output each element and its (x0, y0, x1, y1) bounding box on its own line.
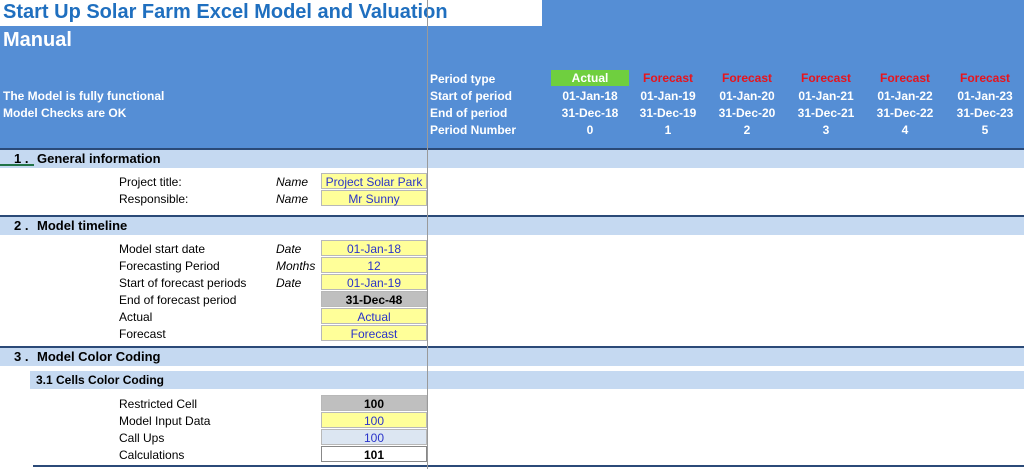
unit-label: Date (276, 276, 302, 290)
model-subtitle: Manual (3, 29, 72, 51)
project-title-label: Project title: (119, 175, 182, 189)
unit-label: Name (276, 192, 309, 206)
unit-label: Months (276, 259, 316, 273)
section-general-title: General information (37, 151, 161, 166)
period-number-cell[interactable]: 3 (787, 123, 865, 137)
forecast-label: Forecast (119, 327, 166, 341)
section-bottom-border (33, 465, 1024, 467)
forecasting-period-input[interactable]: 12 (321, 257, 427, 273)
period-type-cell[interactable]: Forecast (946, 70, 1024, 86)
restricted-cell-sample[interactable]: 100 (321, 395, 427, 411)
period-type-cell[interactable]: Actual (551, 70, 629, 86)
start-forecast-input[interactable]: 01-Jan-19 (321, 274, 427, 290)
call-ups-label: Call Ups (119, 431, 165, 445)
start-of-period-label: Start of period (430, 89, 513, 103)
period-start-cell[interactable]: 01-Jan-22 (866, 89, 944, 103)
actual-input[interactable]: Actual (321, 308, 427, 324)
start-forecast-label: Start of forecast periods (119, 276, 247, 290)
status-functional: The Model is fully functional (3, 89, 165, 103)
period-end-cell[interactable]: 31-Dec-23 (946, 106, 1024, 120)
period-start-cell[interactable]: 01-Jan-19 (629, 89, 707, 103)
responsible-label: Responsible: (119, 192, 189, 206)
period-number-cell[interactable]: 1 (629, 123, 707, 137)
period-number-label: Period Number (430, 123, 517, 137)
period-type-cell[interactable]: Forecast (708, 70, 786, 86)
period-start-cell[interactable]: 01-Jan-21 (787, 89, 865, 103)
end-forecast-cell[interactable]: 31-Dec-48 (321, 291, 427, 307)
period-end-cell[interactable]: 31-Dec-22 (866, 106, 944, 120)
period-start-cell[interactable]: 01-Jan-18 (551, 89, 629, 103)
period-start-cell[interactable]: 01-Jan-20 (708, 89, 786, 103)
section-timeline-title: Model timeline (37, 218, 128, 233)
period-number-cell[interactable]: 4 (866, 123, 944, 137)
period-end-cell[interactable]: 31-Dec-19 (629, 106, 707, 120)
restricted-cell-label: Restricted Cell (119, 397, 198, 411)
section-colorcoding-title: Model Color Coding (37, 349, 161, 364)
calculations-label: Calculations (119, 448, 185, 462)
period-type-cell[interactable]: Forecast (866, 70, 944, 86)
model-input-data-sample[interactable]: 100 (321, 412, 427, 428)
actual-label: Actual (119, 310, 153, 324)
period-number-cell[interactable]: 0 (551, 123, 629, 137)
unit-label: Date (276, 242, 302, 256)
subsection-bar (30, 371, 1024, 389)
period-number-cell[interactable]: 2 (708, 123, 786, 137)
model-title: Start Up Solar Farm Excel Model and Valu… (3, 1, 448, 23)
period-end-cell[interactable]: 31-Dec-21 (787, 106, 865, 120)
model-start-date-label: Model start date (119, 242, 206, 256)
end-forecast-label: End of forecast period (119, 293, 237, 307)
period-type-cell[interactable]: Forecast (787, 70, 865, 86)
model-start-date-input[interactable]: 01-Jan-18 (321, 240, 427, 256)
freeze-pane-divider[interactable] (427, 0, 428, 469)
calculations-sample[interactable]: 101 (321, 446, 427, 462)
model-input-data-label: Model Input Data (119, 414, 211, 428)
subsection-title: 3.1 Cells Color Coding (36, 373, 165, 387)
period-type-cell[interactable]: Forecast (629, 70, 707, 86)
unit-label: Name (276, 175, 309, 189)
call-ups-sample[interactable]: 100 (321, 429, 427, 445)
period-end-cell[interactable]: 31-Dec-18 (551, 106, 629, 120)
project-title-input[interactable]: Project Solar Park (321, 173, 427, 189)
section-number: 2 . (14, 218, 29, 233)
period-number-cell[interactable]: 5 (946, 123, 1024, 137)
period-type-label: Period type (430, 72, 496, 86)
status-checks: Model Checks are OK (3, 106, 127, 120)
forecasting-period-label: Forecasting Period (119, 259, 220, 273)
forecast-input[interactable]: Forecast (321, 325, 427, 341)
end-of-period-label: End of period (430, 106, 508, 120)
active-cell-indicator (0, 164, 34, 166)
responsible-input[interactable]: Mr Sunny (321, 190, 427, 206)
section-timeline-bar (0, 215, 1024, 235)
period-end-cell[interactable]: 31-Dec-20 (708, 106, 786, 120)
section-number: 3 . (14, 349, 29, 364)
period-start-cell[interactable]: 01-Jan-23 (946, 89, 1024, 103)
